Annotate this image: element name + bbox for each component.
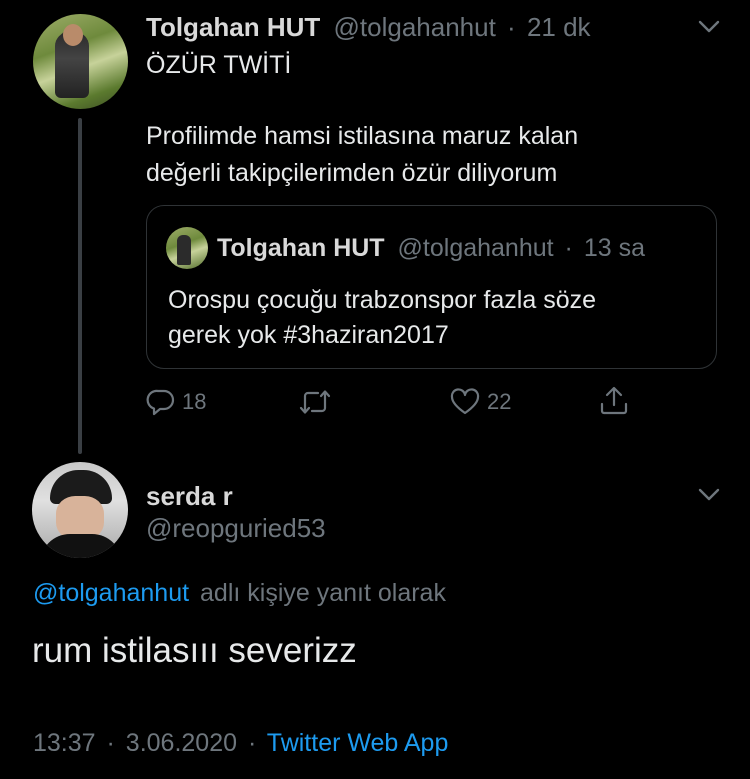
reply-author-handle[interactable]: @reopguried53 (146, 513, 326, 543)
replying-to-text: adlı kişiye yanıt olarak (200, 579, 446, 607)
reply-icon (146, 388, 176, 416)
quote-avatar-figure (177, 235, 191, 265)
thread-connector (78, 118, 82, 454)
avatar-head (63, 24, 83, 46)
heart-icon (449, 388, 481, 416)
quote-time: 13 sa (583, 234, 645, 262)
reply-text: rum istilasııı severizz (32, 631, 357, 670)
reply-meta: 13:37 · 3.06.2020 · Twitter Web App (33, 728, 448, 758)
tweet-time[interactable]: 21 dk (527, 12, 591, 42)
like-count: 22 (487, 389, 512, 414)
reply-author-name[interactable]: serda r (146, 481, 233, 511)
quote-author-handle: @tolgahanhut (397, 234, 554, 262)
reply-avatar[interactable] (32, 462, 128, 558)
quote-body-line-2: gerek yok #3haziran2017 (168, 321, 449, 349)
tweet-body-line-1: Profilimde hamsi istilasına maruz kalan (146, 122, 579, 150)
reply-chevron-down-icon[interactable] (697, 486, 721, 504)
meta-separator-2: · (247, 729, 257, 757)
quote-author-name: Tolgahan HUT (217, 234, 385, 262)
replying-to: @tolgahanhut adlı kişiye yanıt olarak (33, 578, 446, 608)
reply-time[interactable]: 13:37 (33, 729, 96, 757)
tweet-body-line-2: değerli takipçilerimden özür diliyorum (146, 159, 558, 187)
like-button[interactable]: 22 (449, 388, 511, 416)
reply-date[interactable]: 3.06.2020 (126, 729, 237, 757)
tweet-title-line: ÖZÜR TWİTİ (146, 51, 292, 79)
retweet-icon (298, 388, 332, 416)
quote-separator-dot: · (564, 234, 573, 262)
avatar[interactable] (33, 14, 128, 109)
quote-body-line-1: Orospu çocuğu trabzonspor fazla söze (168, 286, 597, 314)
meta-separator-1: · (106, 729, 115, 757)
reply-button[interactable]: 18 (146, 388, 206, 416)
share-icon[interactable] (598, 385, 630, 417)
retweet-button[interactable] (298, 388, 338, 416)
replying-to-handle[interactable]: @tolgahanhut (33, 579, 189, 607)
quote-header: Tolgahan HUT @tolgahanhut · 13 sa (217, 233, 645, 263)
author-handle[interactable]: @tolgahanhut (334, 12, 496, 42)
author-name[interactable]: Tolgahan HUT (146, 12, 320, 42)
reply-count: 18 (182, 389, 207, 414)
chevron-down-icon[interactable] (697, 18, 721, 36)
source-link[interactable]: Twitter Web App (267, 729, 449, 757)
reply-avatar-shirt (40, 534, 122, 558)
tweet-header: Tolgahan HUT @tolgahanhut · 21 dk (146, 12, 591, 42)
separator-dot: · (507, 12, 516, 42)
quote-avatar (166, 227, 208, 269)
